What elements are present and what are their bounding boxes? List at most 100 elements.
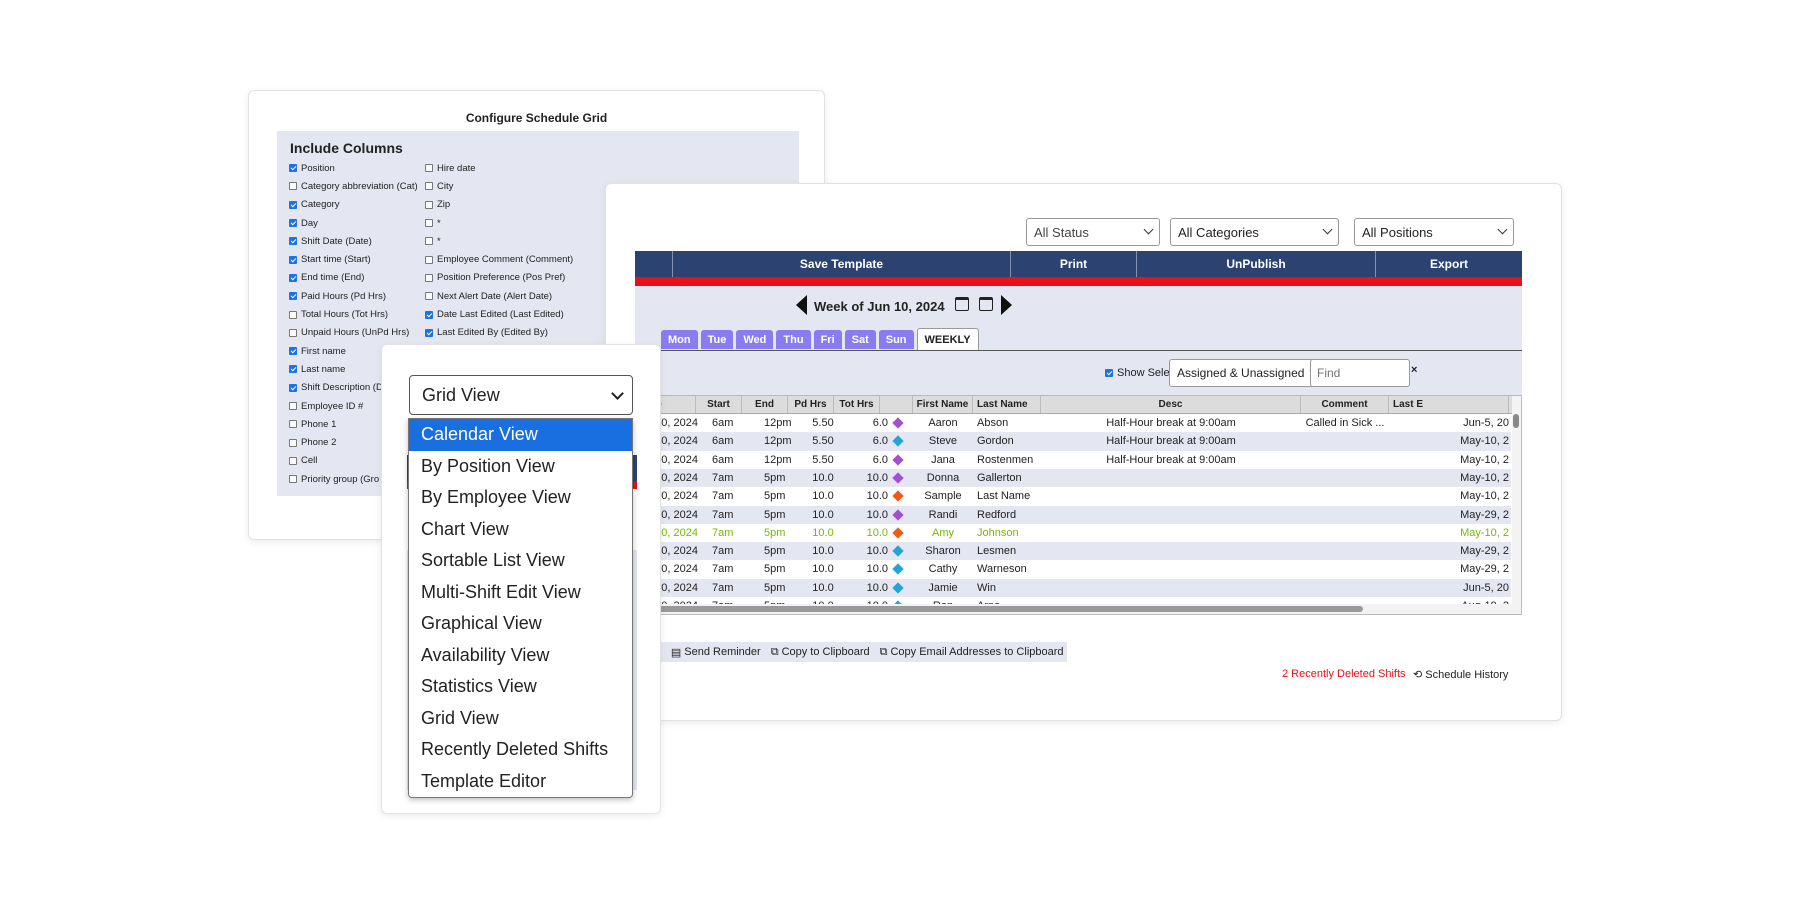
column-checkbox[interactable]	[289, 182, 297, 191]
copy-clipboard-action[interactable]: ⧉ Copy to Clipboard	[771, 646, 870, 659]
calendar-check-icon[interactable]	[955, 297, 969, 311]
column-header-first-name[interactable]: First Name	[913, 396, 973, 413]
column-checkbox[interactable]	[289, 365, 297, 374]
column-checkbox[interactable]	[289, 164, 297, 173]
column-checkbox[interactable]	[289, 438, 297, 447]
column-option[interactable]: Total Hours (Tot Hrs)	[289, 305, 418, 323]
status-filter-select[interactable]: All Status	[1026, 218, 1160, 246]
column-option[interactable]: Shift Date (Date)	[289, 232, 418, 250]
column-header-pd-hrs[interactable]: Pd Hrs	[788, 396, 834, 413]
column-option[interactable]: Hire date	[425, 159, 573, 177]
categories-filter-select[interactable]: All Categories	[1170, 218, 1339, 246]
column-checkbox[interactable]	[289, 237, 297, 246]
column-header-comment[interactable]: Comment	[1301, 396, 1389, 413]
column-option[interactable]: Category	[289, 196, 418, 214]
tab-wed[interactable]: Wed	[736, 330, 774, 349]
positions-filter-select[interactable]: All Positions	[1354, 218, 1514, 246]
column-checkbox[interactable]	[289, 328, 297, 337]
next-week-arrow-icon[interactable]	[1001, 295, 1012, 315]
column-checkbox[interactable]	[289, 475, 297, 484]
column-checkbox[interactable]	[289, 219, 297, 228]
calendar-icon[interactable]	[979, 297, 993, 311]
column-checkbox[interactable]	[289, 200, 297, 209]
column-checkbox[interactable]	[425, 273, 433, 282]
column-checkbox[interactable]	[289, 402, 297, 410]
column-header-tot-hrs[interactable]: Tot Hrs	[834, 396, 880, 413]
table-row[interactable]: -10, 2024 7am 5pm 10.0 10.0 Jamie Win Jun-5, 20	[636, 578, 1511, 597]
view-option-graphical-view[interactable]: Graphical View	[409, 608, 632, 640]
column-checkbox[interactable]	[425, 310, 433, 319]
table-row[interactable]: -10, 2024 7am 5pm 10.0 10.0 Sharon Lesmen May-2…	[636, 542, 1511, 561]
column-option[interactable]: Last Edited By (Edited By)	[425, 324, 573, 342]
column-header-last-name[interactable]: Last Name	[973, 396, 1041, 413]
column-option[interactable]: Start time (Start)	[289, 250, 418, 268]
show-selected-checkbox[interactable]	[1105, 369, 1113, 377]
column-checkbox[interactable]	[289, 255, 297, 264]
column-option[interactable]: Position	[289, 159, 418, 177]
view-option-chart-view[interactable]: Chart View	[409, 514, 632, 546]
tab-thu[interactable]: Thu	[776, 330, 811, 349]
view-option-grid-view[interactable]: Grid View	[409, 703, 632, 735]
view-option-calendar-view[interactable]: Calendar View	[409, 419, 632, 451]
view-option-statistics-view[interactable]: Statistics View	[409, 671, 632, 703]
column-header-desc[interactable]: Desc	[1041, 396, 1301, 413]
unpublish-button[interactable]: UnPublish	[1137, 251, 1376, 277]
view-option-multi-shift-edit-view[interactable]: Multi-Shift Edit View	[409, 577, 632, 609]
column-option[interactable]: Category abbreviation (Cat)	[289, 177, 418, 195]
clear-find-icon[interactable]: ×	[1411, 364, 1417, 376]
scrollbar-thumb[interactable]	[1513, 414, 1519, 428]
column-option[interactable]: Position Preference (Pos Pref)	[425, 269, 573, 287]
view-option-template-editor[interactable]: Template Editor	[409, 766, 632, 798]
column-option[interactable]: Next Alert Date (Alert Date)	[425, 287, 573, 305]
table-row[interactable]: -10, 2024 7am 5pm 10.0 10.0 Sample Last Name Ma…	[636, 487, 1511, 505]
column-checkbox[interactable]	[425, 182, 433, 191]
column-option[interactable]: Unpaid Hours (UnPd Hrs)	[289, 324, 418, 342]
column-checkbox[interactable]	[289, 456, 297, 465]
tab-sun[interactable]: Sun	[878, 330, 914, 349]
column-checkbox[interactable]	[425, 164, 433, 173]
column-checkbox[interactable]	[425, 255, 433, 264]
tab-sat[interactable]: Sat	[844, 330, 876, 349]
table-row[interactable]: -10, 2024 7am 5pm 10.0 10.0 Randi Redford May-2…	[636, 505, 1511, 524]
column-option[interactable]: Paid Hours (Pd Hrs)	[289, 287, 418, 305]
copy-emails-action[interactable]: ⧉ Copy Email Addresses to Clipboard	[880, 646, 1064, 659]
column-header-start[interactable]: Start	[696, 396, 742, 413]
scrollbar-thumb[interactable]	[638, 606, 1363, 612]
table-row[interactable]: -10, 2024 6am 12pm 5.50 6.0 Jana Rostenmen Half…	[636, 451, 1511, 469]
table-row[interactable]: -10, 2024 7am 5pm 10.0 10.0 Amy Johnson May-10,…	[636, 524, 1511, 542]
column-checkbox[interactable]	[289, 383, 297, 392]
column-header-end[interactable]: End	[742, 396, 788, 413]
tab-mon[interactable]: Mon	[661, 330, 698, 349]
send-reminder-action[interactable]: ▤ Send Reminder	[671, 646, 761, 659]
column-checkbox[interactable]	[289, 310, 297, 319]
table-row[interactable]: -10, 2024 7am 5pm 10.0 10.0 Donna Gallerton May…	[636, 468, 1511, 488]
tab-weekly[interactable]: WEEKLY	[916, 328, 979, 350]
column-checkbox[interactable]	[425, 200, 433, 209]
horizontal-scrollbar[interactable]	[636, 604, 1521, 614]
find-input[interactable]	[1310, 359, 1410, 387]
view-option-by-position-view[interactable]: By Position View	[409, 451, 632, 483]
column-checkbox[interactable]	[289, 347, 297, 356]
column-option[interactable]: Date Last Edited (Last Edited)	[425, 305, 573, 323]
column-option[interactable]: Employee Comment (Comment)	[425, 250, 573, 268]
table-row[interactable]: -10, 2024 6am 12pm 5.50 6.0 Steve Gordon Half-H…	[636, 432, 1511, 451]
previous-week-arrow-icon[interactable]	[796, 295, 807, 315]
column-checkbox[interactable]	[425, 292, 433, 301]
vertical-scrollbar[interactable]	[1512, 396, 1521, 614]
column-checkbox[interactable]	[425, 237, 433, 246]
column-option[interactable]: Day	[289, 214, 418, 232]
column-option[interactable]: Zip	[425, 196, 573, 214]
recently-deleted-shifts-link[interactable]: 2 Recently Deleted Shifts	[1282, 668, 1406, 680]
view-option-availability-view[interactable]: Availability View	[409, 640, 632, 672]
column-checkbox[interactable]	[289, 273, 297, 282]
column-option[interactable]: *	[425, 232, 573, 250]
column-checkbox[interactable]	[425, 219, 433, 228]
column-checkbox[interactable]	[289, 292, 297, 301]
print-button[interactable]: Print	[1011, 251, 1137, 277]
column-option[interactable]: City	[425, 177, 573, 195]
schedule-history-link[interactable]: ⟲ Schedule History	[1413, 668, 1508, 681]
table-row[interactable]: -10, 2024 6am 12pm 5.50 6.0 Aaron Abson Half-Ho…	[636, 414, 1511, 432]
column-option[interactable]: *	[425, 214, 573, 232]
column-option[interactable]: End time (End)	[289, 269, 418, 287]
assignment-filter-select[interactable]: Assigned & Unassigned	[1169, 359, 1326, 387]
